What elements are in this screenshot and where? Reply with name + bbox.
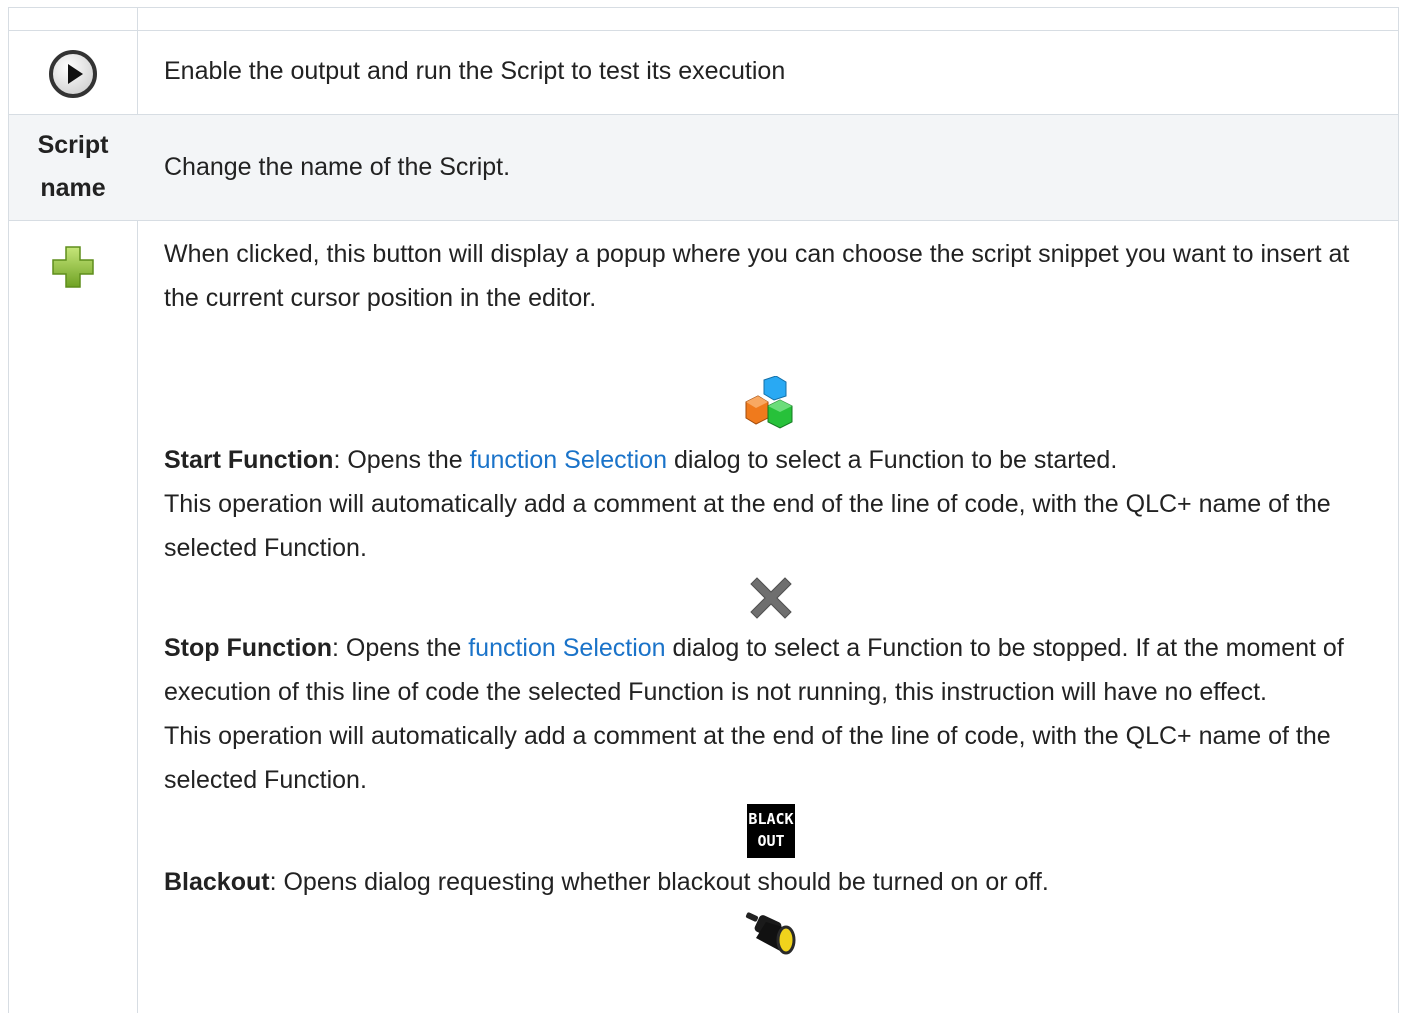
add-snippet-description: When clicked, this button will display a…: [164, 232, 1378, 968]
table-border-top: [8, 7, 1399, 8]
blackout-title: Blackout: [164, 868, 270, 896]
add-snippet-intro: When clicked, this button will display a…: [164, 240, 1350, 312]
blackout-icon-text-line2: OUT: [757, 832, 785, 850]
play-description: Enable the output and run the Script to …: [164, 57, 786, 85]
stop-function-text-before: : Opens the: [332, 634, 469, 662]
blackout-paragraph: Blackout: Opens dialog requesting whethe…: [164, 860, 1378, 904]
blackout-text: : Opens dialog requesting whether blacko…: [269, 868, 1049, 896]
script-name-label: Script name: [9, 124, 137, 210]
function-cubes-icon: [164, 376, 1378, 438]
table-border-right: [1398, 7, 1399, 1013]
green-plus-icon[interactable]: [9, 244, 137, 290]
start-function-selection-link[interactable]: function Selection: [470, 446, 667, 474]
gray-x-icon: [164, 570, 1378, 626]
stop-function-paragraph: Stop Function: Opens the function Select…: [164, 626, 1378, 714]
blackout-icon-text-line1: BLACK: [748, 810, 794, 828]
stop-function-selection-link[interactable]: function Selection: [468, 634, 665, 662]
table-row-play: Enable the output and run the Script to …: [9, 31, 1398, 114]
table-row-script-name: Script name Change the name of the Scrip…: [9, 115, 1398, 220]
script-name-label-line1: Script: [37, 131, 109, 159]
start-function-paragraph: Start Function: Opens the function Selec…: [164, 438, 1378, 482]
script-name-label-line2: name: [40, 174, 106, 202]
start-function-text-before: : Opens the: [333, 446, 470, 474]
spotlight-icon: [164, 904, 1378, 968]
play-button-icon[interactable]: [9, 48, 137, 100]
stop-function-note: This operation will automatically add a …: [164, 722, 1331, 794]
table-row-add-snippet: When clicked, this button will display a…: [9, 221, 1398, 1013]
start-function-text-after: dialog to select a Function to be starte…: [667, 446, 1118, 474]
stop-function-title: Stop Function: [164, 634, 333, 662]
start-function-note: This operation will automatically add a …: [164, 490, 1331, 562]
blackout-icon: BLACK OUT: [164, 802, 1378, 860]
start-function-title: Start Function: [164, 446, 334, 474]
script-editor-help-table: Enable the output and run the Script to …: [0, 0, 1402, 1013]
script-name-description: Change the name of the Script.: [164, 153, 511, 181]
